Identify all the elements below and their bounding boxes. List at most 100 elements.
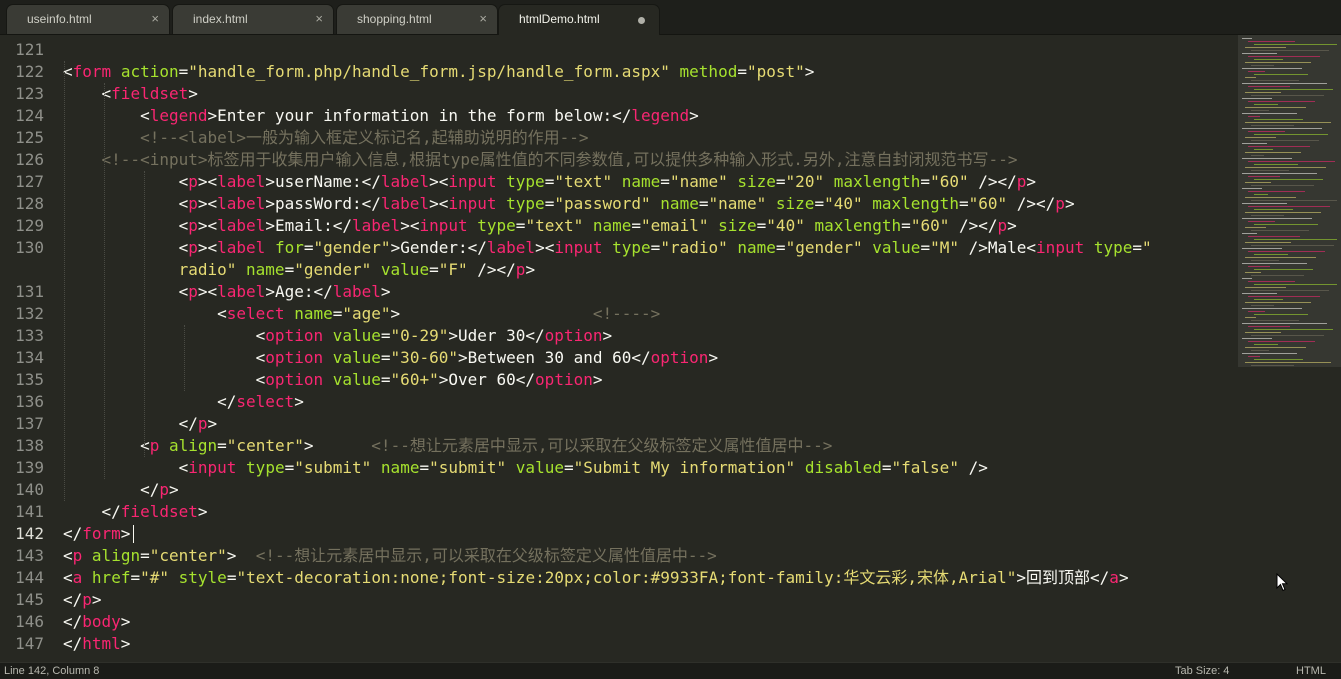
- code-line[interactable]: 124 <legend>Enter your information in th…: [0, 105, 1236, 127]
- tab-label: index.html: [193, 12, 248, 26]
- code-token: name: [737, 238, 776, 257]
- code-token: "gender": [785, 238, 863, 257]
- minimap-line: [1248, 341, 1315, 342]
- code-line[interactable]: 132 <select name="age"> <!---->: [0, 303, 1236, 325]
- tab-useinfo[interactable]: useinfo.html ×: [6, 4, 170, 34]
- code-line[interactable]: 144 <a href="#" style="text-decoration:no…: [0, 567, 1236, 589]
- code-line[interactable]: 145 </p>: [0, 589, 1236, 611]
- code-token: p: [188, 282, 198, 301]
- code-token: method: [679, 62, 738, 81]
- code-line[interactable]: 141 </fieldset>: [0, 501, 1236, 523]
- code-token: "40": [824, 194, 863, 213]
- code-token: </: [63, 524, 83, 543]
- code-line[interactable]: 128 <p><label>passWord:</label><input ty…: [0, 193, 1236, 215]
- code-token: <: [63, 568, 73, 587]
- code-token: p: [188, 216, 198, 235]
- code-token: "text": [525, 216, 584, 235]
- minimap-line: [1254, 299, 1283, 300]
- code-text: <!--<input>标签用于收集用户输入信息,根据type属性值的不同参数值,…: [63, 149, 1018, 171]
- close-icon[interactable]: ×: [315, 5, 323, 33]
- minimap-line: [1251, 275, 1304, 276]
- code-token: >: [689, 106, 699, 125]
- code-line[interactable]: 127 <p><label>userName:</label><input ty…: [0, 171, 1236, 193]
- code-text: <option value="30-60">Between 30 and 60<…: [63, 347, 718, 369]
- minimap-line: [1245, 47, 1286, 48]
- code-line[interactable]: 136 </select>: [0, 391, 1236, 413]
- code-line[interactable]: 133 <option value="0-29">Uder 30</option…: [0, 325, 1236, 347]
- code-line[interactable]: 123 <fieldset>: [0, 83, 1236, 105]
- code-line[interactable]: 146 </body>: [0, 611, 1236, 633]
- minimap-line: [1254, 164, 1298, 165]
- code-line[interactable]: 129 <p><label>Email:</label><input type=…: [0, 215, 1236, 237]
- minimap-line: [1251, 140, 1319, 141]
- code-text: <a href="#" style="text-decoration:none;…: [63, 567, 1129, 589]
- code-token: =: [756, 216, 767, 235]
- tab-index[interactable]: index.html ×: [172, 4, 334, 34]
- code-token: align: [91, 546, 141, 565]
- code-token: value: [380, 260, 430, 279]
- code-line[interactable]: 140 </p>: [0, 479, 1236, 501]
- code-line[interactable]: 135 <option value="60+">Over 60</option>: [0, 369, 1236, 391]
- code-token: =: [217, 436, 227, 455]
- code-line[interactable]: 126 <!--<input>标签用于收集用户输入信息,根据type属性值的不同…: [0, 149, 1236, 171]
- code-token: p: [188, 172, 198, 191]
- code-token: "name": [708, 194, 767, 213]
- code-line[interactable]: 122 <form action="handle_form.php/handle_…: [0, 61, 1236, 83]
- code-line[interactable]: 130 <p><label for="gender">Gender:</labe…: [0, 237, 1236, 259]
- code-line[interactable]: 125 <!--<label>一般为输入框定义标记名,起辅助说明的作用-->: [0, 127, 1236, 149]
- tab-label: useinfo.html: [27, 12, 92, 26]
- unsaved-dot-icon[interactable]: [638, 17, 645, 24]
- code-line[interactable]: 121: [0, 39, 1236, 61]
- code-line[interactable]: radio" name="gender" value="F" /></p>: [0, 259, 1236, 281]
- syntax-indicator[interactable]: HTML: [1296, 663, 1326, 679]
- code-token: "submit": [294, 458, 372, 477]
- tab-size-indicator[interactable]: Tab Size: 4: [1175, 663, 1229, 679]
- code-token: >Age:</: [265, 282, 333, 301]
- code-token: ": [1142, 238, 1152, 257]
- code-token: >userName:</: [265, 172, 381, 191]
- code-token: p: [997, 216, 1008, 235]
- code-token: "Submit My information": [573, 458, 796, 477]
- tab-shopping[interactable]: shopping.html ×: [336, 4, 498, 34]
- code-token: option: [265, 348, 324, 367]
- minimap-line: [1242, 188, 1262, 189]
- code-token: maxlength: [872, 194, 959, 213]
- code-text: </body>: [63, 611, 130, 633]
- minimap[interactable]: [1238, 35, 1341, 662]
- minimap-line: [1248, 176, 1280, 177]
- minimap-line: [1251, 320, 1299, 321]
- minimap-line: [1245, 332, 1281, 333]
- code-token: >: [120, 612, 131, 631]
- close-icon[interactable]: ×: [479, 5, 487, 33]
- code-line[interactable]: 137 </p>: [0, 413, 1236, 435]
- code-token: =: [380, 348, 391, 367]
- minimap-line: [1254, 344, 1278, 345]
- code-token: label: [380, 194, 430, 213]
- code-token: label: [217, 216, 266, 235]
- code-line[interactable]: 143 <p align="center"> <!--想让元素居中显示,可以采取在…: [0, 545, 1236, 567]
- code-line[interactable]: 147 </html>: [0, 633, 1236, 655]
- minimap-line: [1251, 110, 1269, 111]
- indent-guide: [144, 171, 145, 457]
- code-line[interactable]: 142 </form>: [0, 523, 1236, 545]
- minimap-line: [1245, 317, 1256, 318]
- tab-htmldemo[interactable]: htmlDemo.html: [498, 4, 660, 35]
- minimap-line: [1251, 215, 1284, 216]
- code-line[interactable]: 131 <p><label>Age:</label>: [0, 281, 1236, 303]
- line-number: 122: [15, 62, 44, 81]
- code-line[interactable]: 139 <input type="submit" name="submit" v…: [0, 457, 1236, 479]
- code-line[interactable]: 138 <p align="center"> <!--想让元素居中显示,可以采取…: [0, 435, 1236, 457]
- code-token: >Email:</: [265, 216, 353, 235]
- code-token: a: [1109, 568, 1119, 587]
- status-bar: Line 142, Column 8 Tab Size: 4 HTML: [0, 662, 1341, 679]
- minimap-line: [1251, 200, 1337, 201]
- close-icon[interactable]: ×: [151, 5, 159, 33]
- minimap-line: [1251, 245, 1334, 246]
- code-token: <: [63, 348, 266, 367]
- code-editor[interactable]: 121 122 <form action="handle_form.php/hand…: [0, 35, 1236, 662]
- code-text: <p><label>Email:</label><input type="tex…: [63, 215, 1017, 237]
- code-line[interactable]: 134 <option value="30-60">Between 30 and…: [0, 347, 1236, 369]
